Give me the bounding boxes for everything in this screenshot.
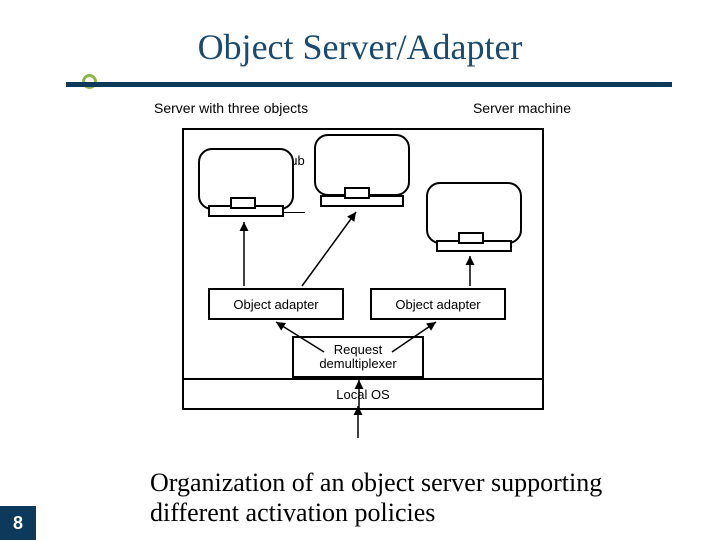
- server-machine-box: Object's stub (skeleton) Object adapter …: [182, 128, 544, 410]
- object-adapter-2: Object adapter: [370, 288, 506, 320]
- label-server-machine: Server machine: [473, 100, 571, 116]
- label-server-objects: Server with three objects: [154, 100, 308, 116]
- page-number: 8: [0, 506, 36, 540]
- diagram: Server with three objects Server machine…: [148, 100, 573, 438]
- stub-3: [458, 232, 484, 244]
- caption: Organization of an object server support…: [150, 468, 690, 528]
- slide-title: Object Server/Adapter: [0, 26, 720, 68]
- title-underline: [66, 82, 672, 87]
- request-demultiplexer: Request demultiplexer: [292, 336, 424, 378]
- external-arrow: [348, 400, 378, 440]
- stub-2: [344, 187, 370, 199]
- object-adapter-1: Object adapter: [208, 288, 344, 320]
- stub-1: [230, 197, 256, 209]
- slide: Object Server/Adapter Server with three …: [0, 0, 720, 540]
